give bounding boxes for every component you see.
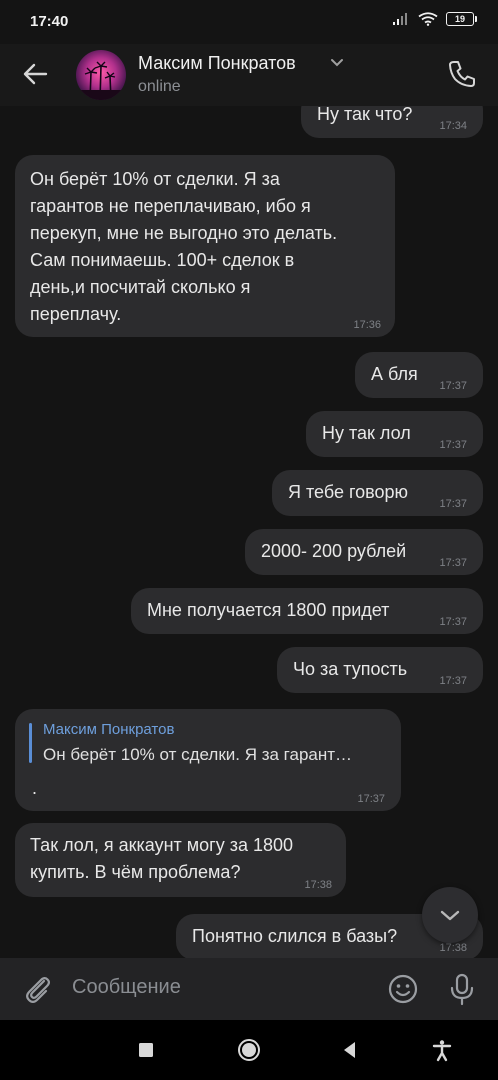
signal-icon [393, 13, 407, 25]
chevron-down-icon[interactable] [330, 56, 344, 68]
message-incoming[interactable]: Так лол, я аккаунт могу за 1800 купить. … [15, 823, 346, 897]
chat-header: Максим Понкратов online [0, 44, 498, 106]
reply-author[interactable]: Максим Понкратов [43, 721, 174, 738]
status-bar: 17:40 19 [0, 0, 498, 44]
reply-bar [29, 723, 32, 763]
smile-icon[interactable] [386, 972, 420, 1006]
accessibility-icon[interactable] [430, 1038, 454, 1062]
message-incoming-reply[interactable]: Максим Понкратов Он берёт 10% от сделки.… [15, 709, 401, 811]
back-triangle-icon[interactable] [338, 1038, 362, 1062]
contact-status: online [138, 78, 181, 95]
message-outgoing[interactable]: Мне получается 1800 придет 17:37 [131, 588, 483, 634]
message-text: . [32, 778, 38, 798]
message-incoming[interactable]: Он берёт 10% от сделки. Я за гарантов не… [15, 155, 395, 337]
scroll-down-button[interactable] [422, 887, 478, 943]
arrow-left-icon[interactable] [18, 56, 54, 92]
system-nav-bar [0, 1020, 498, 1080]
contact-name[interactable]: Максим Понкратов [138, 53, 296, 74]
reply-preview[interactable]: Он берёт 10% от сделки. Я за гарант… [43, 745, 352, 765]
phone-icon[interactable] [444, 56, 480, 92]
message-outgoing[interactable]: Чо за тупость 17:37 [277, 647, 483, 693]
paperclip-icon[interactable] [20, 972, 54, 1006]
status-icons: 19 [392, 12, 477, 26]
message-outgoing[interactable]: А бля 17:37 [355, 352, 483, 398]
recents-icon[interactable] [134, 1038, 158, 1062]
message-composer: Сообщение [0, 958, 498, 1020]
message-outgoing[interactable]: 2000- 200 рублей 17:37 [245, 529, 483, 575]
message-list[interactable]: Ну так что? 17:34 Он берёт 10% от сделки… [0, 106, 498, 958]
message-input[interactable]: Сообщение [72, 976, 181, 999]
message-outgoing[interactable]: Я тебе говорю 17:37 [272, 470, 483, 516]
avatar[interactable] [76, 50, 126, 100]
status-time: 17:40 [30, 13, 69, 30]
message-outgoing[interactable]: Ну так лол 17:37 [306, 411, 483, 457]
microphone-icon[interactable] [446, 972, 478, 1006]
message-outgoing[interactable]: Ну так что? 17:34 [301, 106, 483, 138]
wifi-icon [418, 12, 438, 26]
home-icon[interactable] [237, 1038, 261, 1062]
battery-icon: 19 [446, 12, 477, 26]
chevron-down-icon [440, 910, 460, 921]
